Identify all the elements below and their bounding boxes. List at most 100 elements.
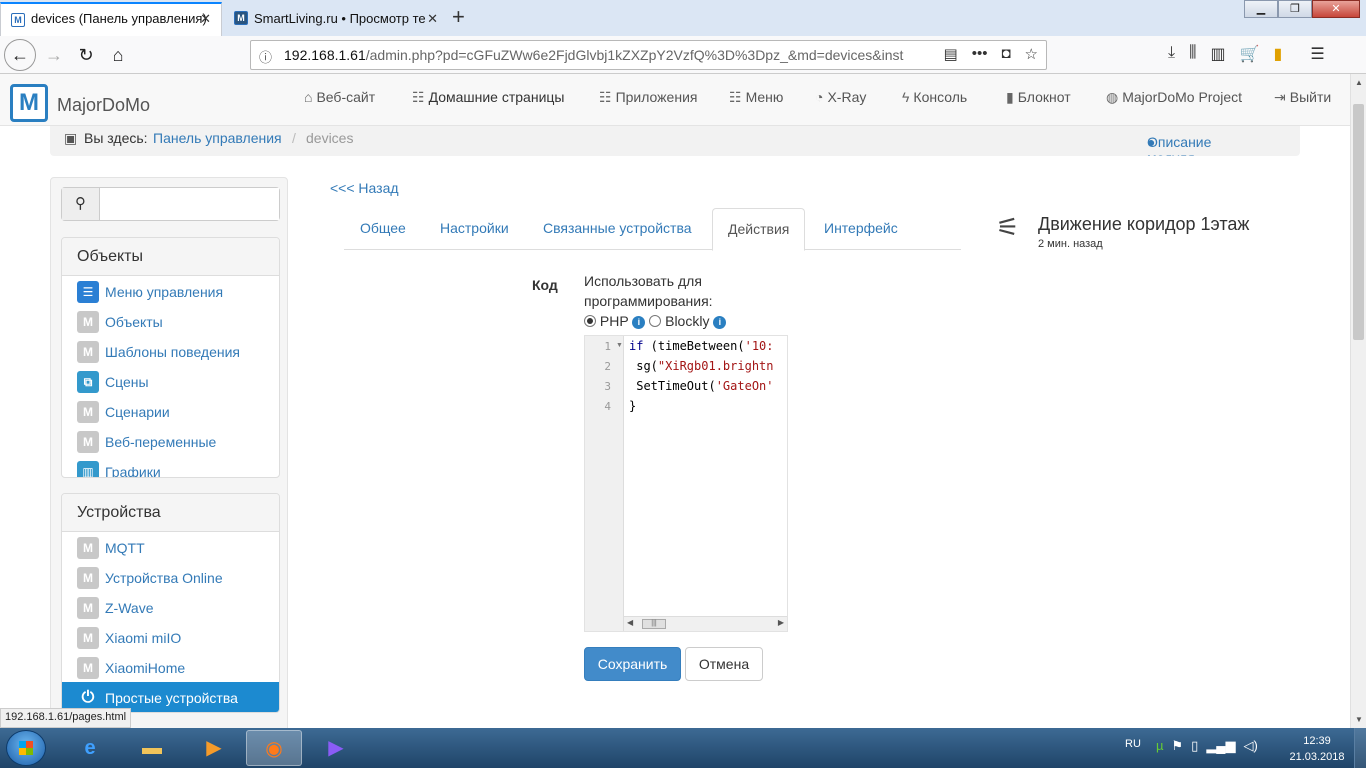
address-url[interactable]: 192.168.1.61/admin.php?pd=cGFuZWw6e2FjdG… [284, 47, 904, 63]
menu-console[interactable]: ϟ Консоль [902, 89, 967, 105]
sidebar-item-objects[interactable]: M Объекты [62, 306, 279, 336]
volume-icon[interactable]: ◁) [1244, 738, 1258, 754]
menu-logout[interactable]: ⇥ Выйти [1274, 89, 1331, 106]
menu-apps[interactable]: ☷ Приложения [599, 89, 697, 106]
menu-notepad[interactable]: ▮ Блокнот [1006, 89, 1071, 106]
scroll-up-arrow-icon[interactable]: ▲ [1355, 78, 1363, 87]
page-vertical-scrollbar[interactable]: ▲ ▼ [1350, 74, 1366, 728]
download-icon[interactable]: ⤓ [1168, 44, 1175, 64]
php-radio-label[interactable]: PHP [600, 313, 629, 329]
restore-window-icon[interactable]: ❐ [1278, 0, 1312, 18]
menu-project[interactable]: ◍ MajorDoMo Project [1106, 89, 1242, 106]
code-line: if (timeBetween('10: [629, 339, 774, 353]
fold-arrow-icon[interactable]: ▼ [616, 342, 623, 349]
menu-home-pages[interactable]: ☷ Домашние страницы [412, 89, 564, 106]
show-desktop-button[interactable] [1354, 728, 1366, 768]
scrollbar-thumb[interactable] [1353, 104, 1364, 340]
scrollbar-thumb[interactable]: ||| [642, 619, 666, 629]
input-language[interactable]: RU [1125, 738, 1141, 750]
visual-studio-icon[interactable]: ▶ [308, 730, 364, 766]
sidebar-item-control-menu[interactable]: ☰ Меню управления [62, 276, 279, 306]
sidebar-toggle-icon[interactable]: ▥ [1210, 44, 1225, 64]
home-icon[interactable]: ⌂ [104, 42, 132, 68]
sidebar-search-input[interactable] [101, 188, 279, 220]
sidebar-item-xiaomi-miio[interactable]: M Xiaomi miIO [62, 622, 279, 652]
menu-menu[interactable]: ☷ Меню [729, 89, 783, 106]
code-editor[interactable]: 1 ▼ 2 3 4 if (timeBetween('10: sg("XiRgb… [584, 335, 788, 632]
tab-general[interactable]: Общее [345, 208, 421, 250]
blockly-radio[interactable] [649, 315, 662, 327]
scroll-down-arrow-icon[interactable]: ▼ [1355, 715, 1363, 724]
network-signal-icon[interactable]: ▂▄▆ [1206, 738, 1235, 754]
utorrent-icon[interactable]: µ [1156, 738, 1164, 754]
bar-chart-icon: ▥ [77, 461, 99, 477]
media-player-icon[interactable]: ▶ [186, 730, 242, 766]
back-arrow-icon[interactable]: ← [4, 39, 36, 71]
forward-arrow-icon[interactable]: → [40, 42, 68, 68]
info-icon[interactable]: i [713, 316, 727, 329]
close-tab-icon[interactable]: ✕ [427, 2, 438, 36]
removable-device-icon[interactable]: ▯ [1191, 738, 1198, 754]
tab-linked-devices[interactable]: Связанные устройства [528, 208, 707, 250]
tab-interface[interactable]: Интерфейс [809, 208, 913, 250]
tab-settings[interactable]: Настройки [425, 208, 524, 250]
page-actions-icon[interactable]: ••• [972, 45, 988, 63]
cancel-button[interactable]: Отмена [685, 647, 763, 681]
new-tab-plus-icon[interactable]: + [452, 4, 465, 30]
sidebar-item-label: Сценарии [105, 404, 170, 420]
sidebar-item-zwave[interactable]: M Z-Wave [62, 592, 279, 622]
scroll-left-arrow-icon[interactable]: ◀ [627, 618, 633, 627]
module-icon: M [77, 537, 99, 559]
php-radio[interactable] [584, 315, 596, 327]
sidebar-item-charts[interactable]: ▥ Графики [62, 456, 279, 477]
sidebar-item-behavior-templates[interactable]: M Шаблоны поведения [62, 336, 279, 366]
extension-icon[interactable]: ▮ [1274, 44, 1283, 64]
majordomo-favicon-icon: M [11, 13, 25, 27]
back-link[interactable]: <<< Назад [330, 180, 399, 196]
tab-actions[interactable]: Действия [712, 208, 806, 251]
app-logo-text[interactable]: MajorDoMo [57, 95, 150, 116]
info-icon[interactable]: i [632, 316, 646, 329]
internet-explorer-icon[interactable]: e [62, 730, 118, 766]
firefox-icon[interactable]: ◉ [246, 730, 302, 766]
address-bar[interactable]: ⓘ 192.168.1.61/admin.php?pd=cGFuZWw6e2Fj… [250, 40, 1047, 70]
sidebar-item-mqtt[interactable]: M MQTT [62, 532, 279, 562]
blockly-radio-label[interactable]: Blockly [665, 313, 709, 329]
browser-tab-devices[interactable]: M devices (Панель управления) ✕ [0, 2, 222, 36]
file-explorer-icon[interactable]: ▬ [124, 730, 180, 766]
sidebar-item-devices-online[interactable]: M Устройства Online [62, 562, 279, 592]
home-breadcrumb-icon: ▣ [64, 130, 78, 146]
code-string: 'GateOn' [715, 379, 774, 393]
hamburger-menu-icon[interactable]: ☰ [1310, 44, 1324, 64]
menu-website[interactable]: ⌂ Веб-сайт [304, 89, 375, 105]
close-window-icon[interactable]: ✕ [1312, 0, 1360, 18]
save-button[interactable]: Сохранить [584, 647, 681, 681]
start-button-icon[interactable] [6, 730, 46, 766]
reload-icon[interactable]: ↻ [72, 42, 100, 68]
editor-horizontal-scrollbar[interactable]: ◀ ||| ▶ [624, 616, 787, 631]
cart-icon[interactable]: 🛒 [1240, 44, 1260, 64]
close-tab-icon[interactable]: ✕ [200, 4, 211, 34]
link-status-bar: 192.168.1.61/pages.html [0, 708, 132, 728]
site-info-icon[interactable]: ⓘ [259, 47, 272, 66]
action-center-icon[interactable]: ⚑ [1172, 738, 1184, 754]
sidebar-item-scripts[interactable]: M Сценарии [62, 396, 279, 426]
sidebar-item-web-variables[interactable]: M Веб-переменные [62, 426, 279, 456]
menu-xray[interactable]: ◔ X-Ray [815, 89, 866, 105]
library-icon[interactable]: ⫼ [1189, 44, 1196, 64]
reader-view-icon[interactable]: ▤ [944, 45, 958, 63]
minimize-window-icon[interactable]: ▁ [1244, 0, 1278, 18]
pocket-icon[interactable]: ◘ [1001, 45, 1010, 63]
breadcrumb-home-link[interactable]: Панель управления [153, 130, 282, 146]
device-tabs: Общее Настройки Связанные устройства Дей… [344, 208, 961, 251]
search-icon[interactable]: ⚲ [62, 188, 100, 220]
menu-label: X-Ray [827, 89, 867, 105]
system-clock[interactable]: 12:39 21.03.2018 [1282, 733, 1352, 765]
scroll-right-arrow-icon[interactable]: ▶ [778, 618, 784, 627]
sidebar-item-xiaomihome[interactable]: M XiaomiHome [62, 652, 279, 682]
majordomo-logo-icon[interactable]: M [10, 84, 48, 122]
bookmark-star-icon[interactable]: ☆ [1025, 45, 1038, 63]
browser-tab-smartliving[interactable]: M SmartLiving.ru • Просмотр те ✕ [224, 2, 448, 36]
module-icon: M [77, 597, 99, 619]
sidebar-item-scenes[interactable]: ⧉ Сцены [62, 366, 279, 396]
